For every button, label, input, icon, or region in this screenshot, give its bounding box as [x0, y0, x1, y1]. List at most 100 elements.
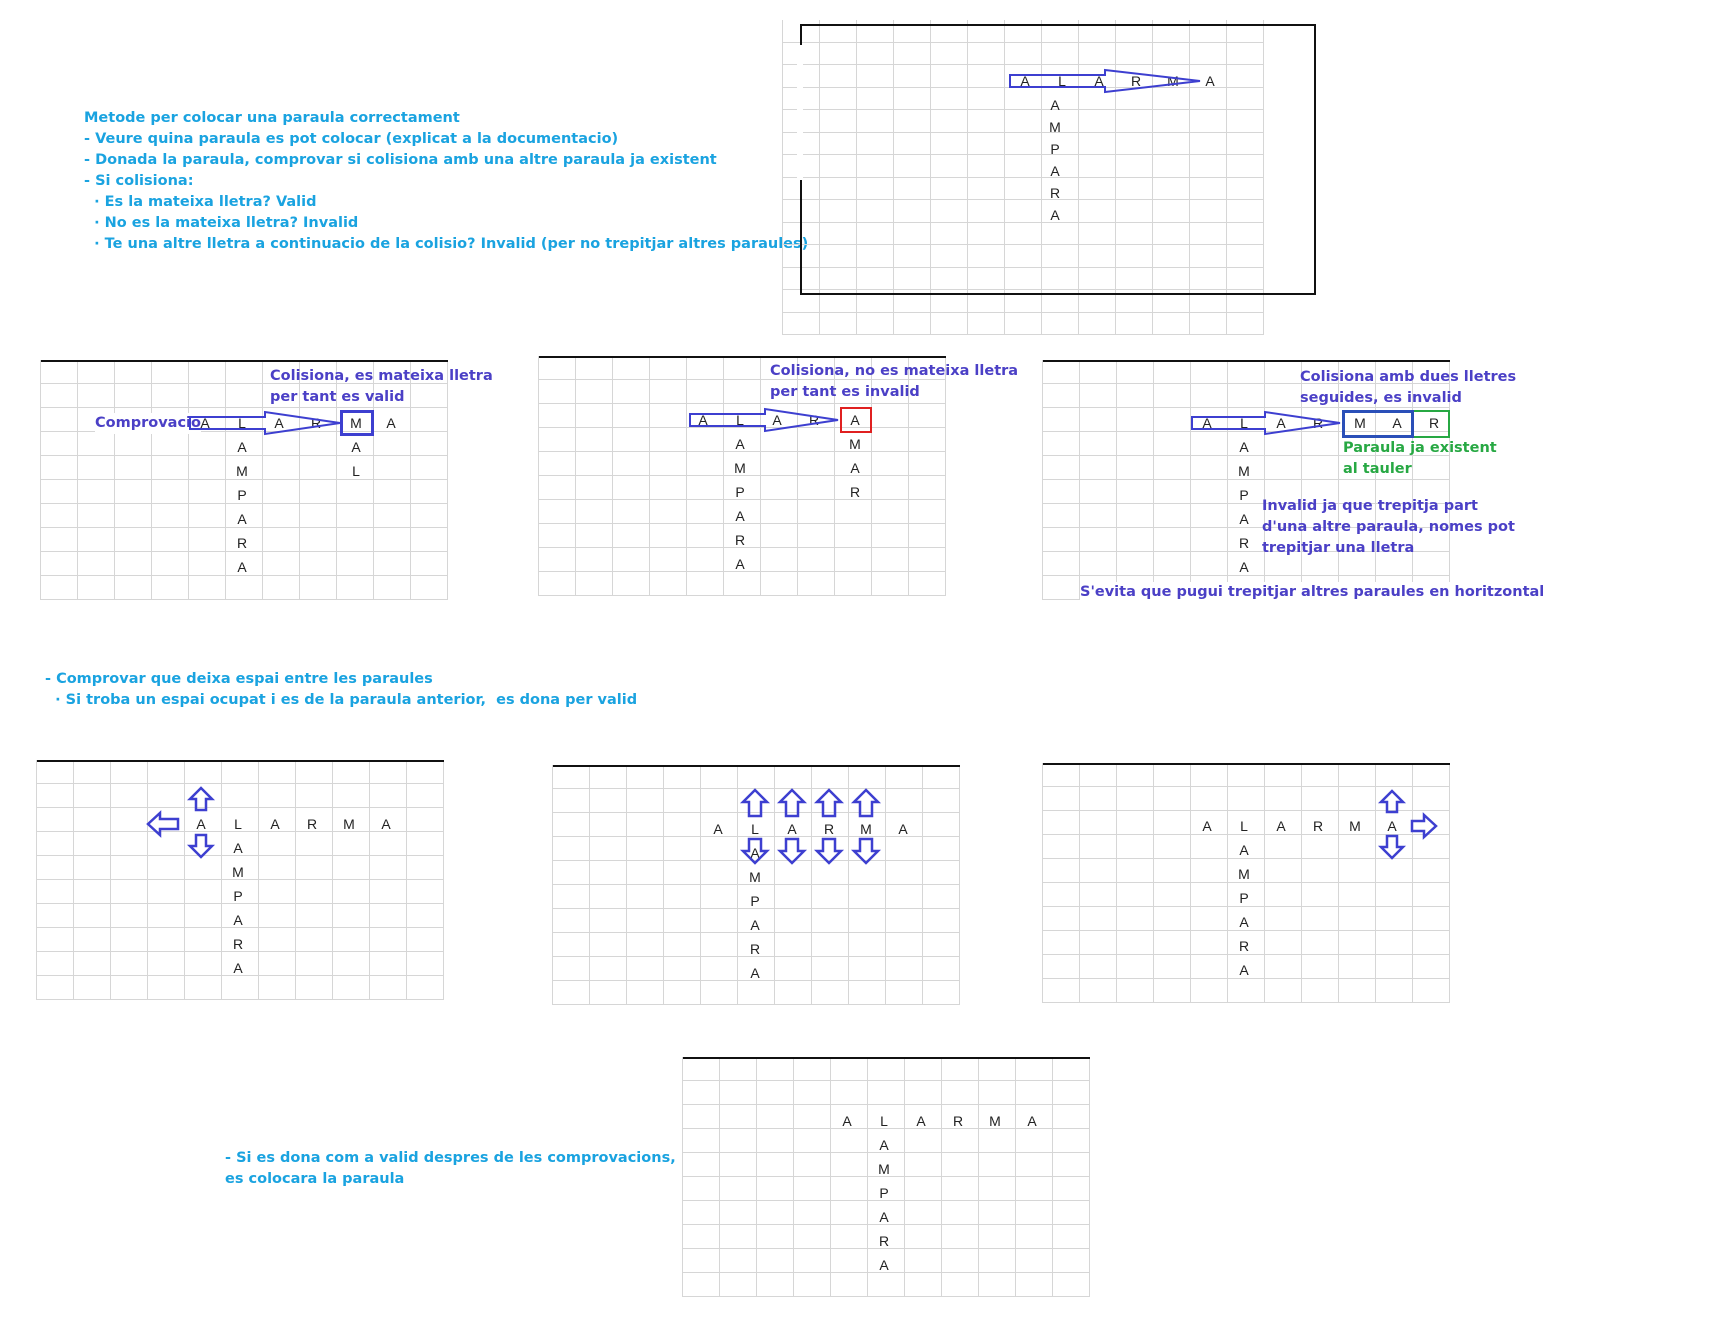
grid-cell — [905, 1057, 942, 1081]
grid-cell — [831, 1081, 868, 1105]
letter: M — [878, 1161, 890, 1177]
grid-cell — [720, 1273, 757, 1297]
grid-cell — [1016, 1225, 1053, 1249]
letter: A — [879, 1257, 889, 1273]
final-line1: - Si es dona com a valid despres de les … — [225, 1150, 676, 1166]
grid-cell — [794, 1201, 831, 1225]
grid-cell — [942, 1177, 979, 1201]
grid-cell — [905, 1273, 942, 1297]
grid-cell — [794, 1081, 831, 1105]
grid-cell — [683, 1273, 720, 1297]
grid-cell — [905, 1129, 942, 1153]
grid-cell — [757, 1081, 794, 1105]
grid-cell — [831, 1057, 868, 1081]
grid-cell — [942, 1129, 979, 1153]
grid-cell — [794, 1129, 831, 1153]
grid-cell — [831, 1249, 868, 1273]
grid-cell — [979, 1129, 1016, 1153]
grid-cell — [683, 1177, 720, 1201]
grid-cell — [979, 1273, 1016, 1297]
grid-cell — [683, 1129, 720, 1153]
grid-cell — [683, 1153, 720, 1177]
down-arrow-icon — [1377, 834, 1407, 860]
grid-cell — [942, 1201, 979, 1225]
letter: A — [1027, 1113, 1037, 1129]
letter: P — [879, 1185, 889, 1201]
grid-cell — [720, 1225, 757, 1249]
letter: L — [880, 1113, 888, 1129]
grid-cell — [683, 1105, 720, 1129]
grid-cell — [905, 1153, 942, 1177]
grid-cell — [1016, 1081, 1053, 1105]
grid-cell — [794, 1153, 831, 1177]
up-arrow-icon — [1377, 789, 1407, 814]
grid-cell — [1053, 1201, 1090, 1225]
grid-cell — [683, 1201, 720, 1225]
grid-cell — [979, 1225, 1016, 1249]
grid-cell — [1016, 1177, 1053, 1201]
letter: R — [878, 1233, 890, 1249]
letter: A — [842, 1113, 852, 1129]
letter: A — [879, 1209, 889, 1225]
grid-cell — [1053, 1129, 1090, 1153]
grid-cell — [831, 1129, 868, 1153]
grid-cell — [720, 1201, 757, 1225]
grid-cell — [757, 1153, 794, 1177]
grid-cell — [757, 1129, 794, 1153]
grid-cell — [831, 1273, 868, 1297]
grid-cell — [868, 1057, 905, 1081]
grid-cell — [720, 1081, 757, 1105]
grid-cell — [1053, 1225, 1090, 1249]
grid-cell — [720, 1177, 757, 1201]
grid-cell — [1053, 1273, 1090, 1297]
grid-cell — [1053, 1081, 1090, 1105]
grid-cell — [1053, 1177, 1090, 1201]
grid-cell — [757, 1225, 794, 1249]
grid-cell — [868, 1273, 905, 1297]
grid-cell — [720, 1129, 757, 1153]
grid-cell — [942, 1249, 979, 1273]
grid-cell — [1053, 1249, 1090, 1273]
grid-cell — [831, 1201, 868, 1225]
grid-cell — [1016, 1057, 1053, 1081]
grid-cell — [979, 1177, 1016, 1201]
letter: R — [952, 1113, 964, 1129]
grid-cell — [979, 1081, 1016, 1105]
grid-cell — [720, 1057, 757, 1081]
grid-cell — [831, 1153, 868, 1177]
grid-cell — [979, 1201, 1016, 1225]
grid-cell — [905, 1249, 942, 1273]
grid-cell — [1016, 1201, 1053, 1225]
grid-cell — [757, 1105, 794, 1129]
grid-cell — [942, 1273, 979, 1297]
grid-cell — [757, 1249, 794, 1273]
grid-cell — [1016, 1249, 1053, 1273]
grid-cell — [794, 1249, 831, 1273]
grid-cell — [979, 1057, 1016, 1081]
grid-cell — [683, 1081, 720, 1105]
grid-cell — [683, 1225, 720, 1249]
grid-cell — [1053, 1057, 1090, 1081]
grid-cell — [720, 1105, 757, 1129]
grid-cell — [720, 1249, 757, 1273]
grid-cell — [979, 1249, 1016, 1273]
grid-cell — [905, 1201, 942, 1225]
grid-cell — [757, 1273, 794, 1297]
grid-cell — [942, 1225, 979, 1249]
grid-cell — [794, 1273, 831, 1297]
grid-cell — [1053, 1105, 1090, 1129]
grid-cell — [979, 1153, 1016, 1177]
grid-cell — [1053, 1153, 1090, 1177]
final-line2: es colocara la paraula — [225, 1171, 405, 1187]
grid-cell — [1016, 1153, 1053, 1177]
grid-cell — [905, 1177, 942, 1201]
letter: A — [879, 1137, 889, 1153]
grid-cell — [794, 1177, 831, 1201]
letter: A — [916, 1113, 926, 1129]
grid-cell — [1016, 1129, 1053, 1153]
grid-cell — [868, 1081, 905, 1105]
grid-cell — [757, 1177, 794, 1201]
grid-cell — [942, 1081, 979, 1105]
grid-cell — [794, 1057, 831, 1081]
grid-cell — [683, 1057, 720, 1081]
